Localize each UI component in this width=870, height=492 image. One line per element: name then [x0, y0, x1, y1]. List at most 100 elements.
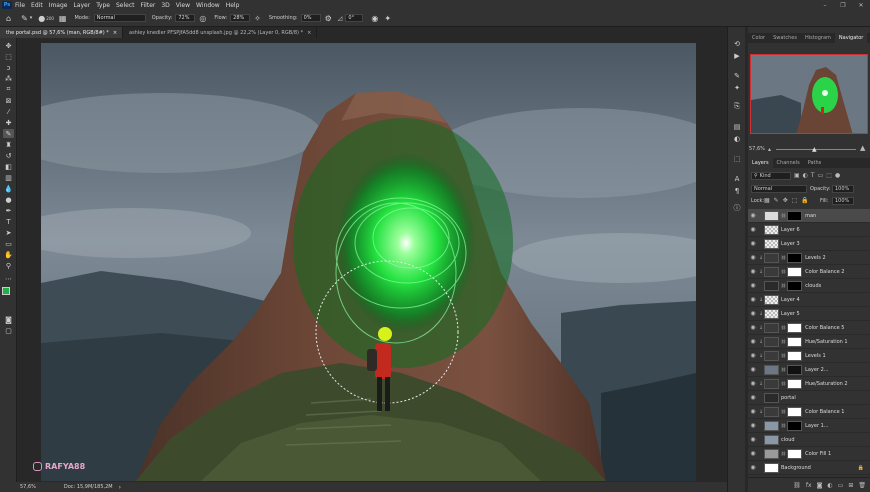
flow-field[interactable]: 28%	[230, 14, 251, 22]
layer-row[interactable]: ◉ Layer 3	[748, 237, 870, 251]
properties-icon[interactable]: ▤	[732, 122, 742, 131]
menu-window[interactable]: Window	[196, 2, 220, 9]
lock-artboard-icon[interactable]: ⬚	[792, 197, 798, 204]
layer-thumbnail[interactable]	[764, 280, 779, 291]
visibility-eye-icon[interactable]: ◉	[748, 450, 758, 457]
visibility-eye-icon[interactable]: ◉	[748, 338, 758, 345]
navigator-preview[interactable]	[750, 54, 868, 134]
pressure-opacity-icon[interactable]: ◎	[199, 14, 206, 23]
tab-histogram[interactable]: Histogram	[801, 33, 835, 43]
status-arrow-icon[interactable]: ›	[119, 484, 121, 491]
new-adjustment-icon[interactable]: ◐	[827, 482, 832, 489]
brushes-icon[interactable]: ✦	[732, 83, 742, 92]
layer-row[interactable]: ◉ Background 🔒	[748, 461, 870, 475]
layer-row[interactable]: ◉ cloud	[748, 433, 870, 447]
smoothing-field[interactable]: 0%	[300, 14, 321, 22]
visibility-eye-icon[interactable]: ◉	[748, 212, 758, 219]
layer-thumbnail[interactable]	[764, 462, 779, 473]
layer-row[interactable]: ◉ ↓ ⛓ Levels 1	[748, 349, 870, 363]
visibility-eye-icon[interactable]: ◉	[748, 324, 758, 331]
layer-name[interactable]: portal	[781, 395, 796, 401]
layer-thumbnail[interactable]	[764, 434, 779, 445]
angle-field[interactable]: 0°	[345, 14, 364, 22]
layer-thumbnail[interactable]	[764, 448, 779, 459]
layer-row[interactable]: ◉ ↓ ⛓ Hue/Saturation 1	[748, 335, 870, 349]
paragraph-icon[interactable]: ¶	[732, 186, 742, 195]
mode-select[interactable]: Normal	[93, 14, 146, 22]
marquee-tool-icon[interactable]: ⬚	[3, 52, 14, 61]
lock-all-icon[interactable]: 🔒	[801, 197, 808, 204]
mask-link-icon[interactable]: ⛓	[781, 283, 786, 288]
zoom-tool-icon[interactable]: ⚲	[3, 261, 14, 270]
menu-select[interactable]: Select	[116, 2, 135, 9]
layer-mask-thumbnail[interactable]	[787, 336, 803, 347]
visibility-eye-icon[interactable]: ◉	[748, 394, 758, 401]
tab-close-icon[interactable]: ×	[113, 30, 117, 36]
type-tool-icon[interactable]: T	[3, 217, 14, 226]
filter-toggle-icon[interactable]: ●	[835, 172, 840, 179]
layer-row[interactable]: ◉ ↓ ⛓ Color Balance 1	[748, 405, 870, 419]
layer-name[interactable]: Layer 2...	[805, 367, 828, 373]
more-tools-icon[interactable]: ⋯	[3, 274, 14, 283]
zoom-slider-handle[interactable]: ▲	[812, 146, 817, 153]
layer-thumbnail[interactable]	[764, 350, 779, 361]
opacity-field[interactable]: 72%	[175, 14, 196, 22]
delete-layer-icon[interactable]: 🗑	[858, 482, 866, 489]
layer-row[interactable]: ◉ ↓ ⛓ Hue/Saturation 2	[748, 377, 870, 391]
layer-name[interactable]: Layer 6	[781, 227, 800, 233]
layer-name[interactable]: Color Balance 5	[805, 325, 844, 331]
airbrush-icon[interactable]: ✧	[254, 14, 261, 23]
layer-mask-thumbnail[interactable]	[787, 210, 803, 221]
layer-mask-thumbnail[interactable]	[787, 252, 803, 263]
layer-style-icon[interactable]: fx	[806, 482, 812, 489]
layer-thumbnail[interactable]	[764, 238, 779, 249]
add-mask-icon[interactable]: ◙	[817, 482, 823, 489]
tab-paths[interactable]: Paths	[804, 158, 826, 168]
layer-filter-select[interactable]: ⚲ Kind	[751, 172, 791, 180]
eyedropper-tool-icon[interactable]: ⁄	[3, 107, 14, 116]
visibility-eye-icon[interactable]: ◉	[748, 296, 758, 303]
visibility-eye-icon[interactable]: ◉	[748, 254, 758, 261]
gradient-tool-icon[interactable]: ▥	[3, 173, 14, 182]
layer-name[interactable]: Hue/Saturation 2	[805, 381, 848, 387]
layer-mask-thumbnail[interactable]	[787, 364, 803, 375]
lasso-tool-icon[interactable]: ↄ	[3, 63, 14, 72]
menu-type[interactable]: Type	[96, 2, 110, 9]
visibility-eye-icon[interactable]: ◉	[748, 226, 758, 233]
layer-row[interactable]: ◉ ⛓ Color Fill 1	[748, 447, 870, 461]
history-icon[interactable]: ⟲	[732, 39, 742, 48]
layer-thumbnail[interactable]	[764, 322, 779, 333]
layer-name[interactable]: Color Fill 1	[805, 451, 831, 457]
layer-mask-thumbnail[interactable]	[787, 448, 803, 459]
new-group-icon[interactable]: ▭	[838, 482, 844, 489]
layer-name[interactable]: Layer 5	[781, 311, 800, 317]
visibility-eye-icon[interactable]: ◉	[748, 352, 758, 359]
mask-link-icon[interactable]: ⛓	[781, 451, 786, 456]
lock-position-icon[interactable]: ✥	[783, 197, 788, 204]
layer-thumbnail[interactable]	[764, 378, 779, 389]
filter-pixel-icon[interactable]: ▣	[794, 172, 800, 179]
layer-opacity-field[interactable]: 100%	[832, 185, 854, 193]
layer-row[interactable]: ◉ ⛓ man	[748, 209, 870, 223]
layer-row[interactable]: ◉ Layer 6	[748, 223, 870, 237]
tab-color[interactable]: Color	[748, 33, 769, 43]
tab-navigator[interactable]: Navigator	[834, 33, 868, 43]
filter-shape-icon[interactable]: ▭	[818, 172, 824, 179]
visibility-eye-icon[interactable]: ◉	[748, 380, 758, 387]
visibility-eye-icon[interactable]: ◉	[748, 436, 758, 443]
layer-name[interactable]: Background	[781, 465, 811, 471]
layer-name[interactable]: Levels 2	[805, 255, 826, 261]
quick-select-tool-icon[interactable]: ⁂	[3, 74, 14, 83]
menu-filter[interactable]: Filter	[141, 2, 156, 9]
mask-link-icon[interactable]: ⛓	[781, 381, 786, 386]
visibility-eye-icon[interactable]: ◉	[748, 310, 758, 317]
lock-image-icon[interactable]: ✎	[774, 197, 779, 204]
layer-name[interactable]: cloud	[781, 437, 795, 443]
mask-link-icon[interactable]: ⛓	[781, 353, 786, 358]
rectangle-tool-icon[interactable]: ▭	[3, 239, 14, 248]
menu-help[interactable]: Help	[226, 2, 240, 9]
zoom-in-icon[interactable]: ▲	[860, 144, 865, 152]
visibility-eye-icon[interactable]: ◉	[748, 408, 758, 415]
blur-tool-icon[interactable]: 💧	[3, 184, 14, 193]
layer-mask-thumbnail[interactable]	[787, 420, 803, 431]
